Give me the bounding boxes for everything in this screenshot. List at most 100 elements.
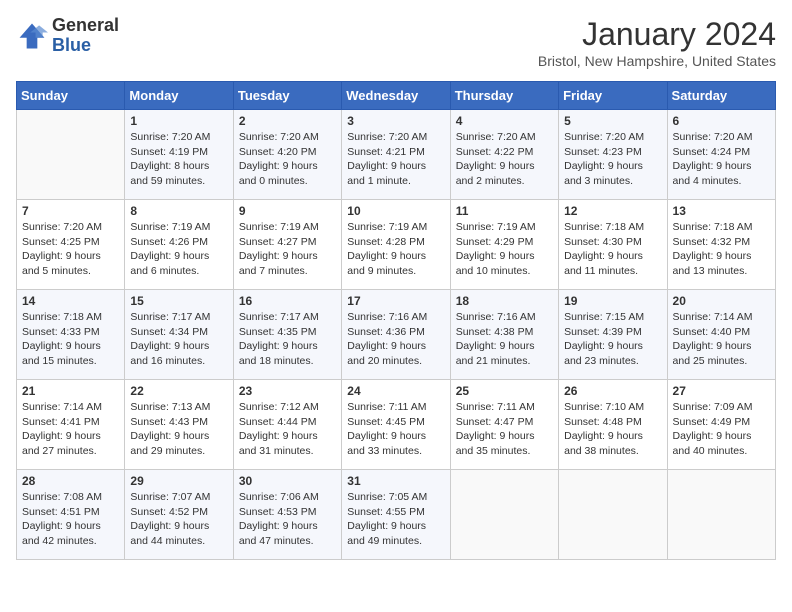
- day-info: Sunrise: 7:20 AMSunset: 4:20 PMDaylight:…: [239, 130, 336, 189]
- calendar-table: SundayMondayTuesdayWednesdayThursdayFrid…: [16, 81, 776, 560]
- calendar-week-5: 28 Sunrise: 7:08 AMSunset: 4:51 PMDayligh…: [17, 470, 776, 560]
- day-number: 6: [673, 114, 770, 128]
- calendar-week-4: 21Sunrise: 7:14 AMSunset: 4:41 PMDayligh…: [17, 380, 776, 470]
- day-info: Sunrise: 7:18 AMSunset: 4:30 PMDaylight:…: [564, 220, 661, 279]
- calendar-subtitle: Bristol, New Hampshire, United States: [538, 53, 776, 69]
- calendar-cell: 27 Sunrise: 7:09 AMSunset: 4:49 PMDayligh…: [667, 380, 775, 470]
- calendar-cell: 3 Sunrise: 7:20 AMSunset: 4:21 PMDaylight…: [342, 110, 450, 200]
- day-number: 19: [564, 294, 661, 308]
- calendar-cell: 20 Sunrise: 7:14 AMSunset: 4:40 PMDayligh…: [667, 290, 775, 380]
- weekday-header-row: SundayMondayTuesdayWednesdayThursdayFrid…: [17, 82, 776, 110]
- day-info: Sunrise: 7:19 AMSunset: 4:28 PMDaylight:…: [347, 220, 444, 279]
- calendar-cell: 9Sunrise: 7:19 AMSunset: 4:27 PMDaylight…: [233, 200, 341, 290]
- weekday-header-monday: Monday: [125, 82, 233, 110]
- day-info: Sunrise: 7:11 AMSunset: 4:45 PMDaylight:…: [347, 400, 444, 459]
- day-number: 28: [22, 474, 119, 488]
- calendar-cell: 18Sunrise: 7:16 AMSunset: 4:38 PMDayligh…: [450, 290, 558, 380]
- calendar-cell: 13 Sunrise: 7:18 AMSunset: 4:32 PMDayligh…: [667, 200, 775, 290]
- day-info: Sunrise: 7:20 AMSunset: 4:25 PMDaylight:…: [22, 220, 119, 279]
- calendar-cell: 1 Sunrise: 7:20 AMSunset: 4:19 PMDaylight…: [125, 110, 233, 200]
- day-info: Sunrise: 7:18 AMSunset: 4:32 PMDaylight:…: [673, 220, 770, 279]
- weekday-header-friday: Friday: [559, 82, 667, 110]
- calendar-week-3: 14 Sunrise: 7:18 AMSunset: 4:33 PMDayligh…: [17, 290, 776, 380]
- weekday-header-saturday: Saturday: [667, 82, 775, 110]
- calendar-cell: 16 Sunrise: 7:17 AMSunset: 4:35 PMDayligh…: [233, 290, 341, 380]
- calendar-cell: 30 Sunrise: 7:06 AMSunset: 4:53 PMDayligh…: [233, 470, 341, 560]
- day-info: Sunrise: 7:20 AMSunset: 4:19 PMDaylight:…: [130, 130, 227, 189]
- day-number: 13: [673, 204, 770, 218]
- day-number: 15: [130, 294, 227, 308]
- weekday-header-sunday: Sunday: [17, 82, 125, 110]
- day-info: Sunrise: 7:06 AMSunset: 4:53 PMDaylight:…: [239, 490, 336, 549]
- day-info: Sunrise: 7:20 AMSunset: 4:24 PMDaylight:…: [673, 130, 770, 189]
- day-info: Sunrise: 7:20 AMSunset: 4:23 PMDaylight:…: [564, 130, 661, 189]
- calendar-cell: 19 Sunrise: 7:15 AMSunset: 4:39 PMDayligh…: [559, 290, 667, 380]
- day-info: Sunrise: 7:05 AMSunset: 4:55 PMDaylight:…: [347, 490, 444, 549]
- day-info: Sunrise: 7:08 AMSunset: 4:51 PMDaylight:…: [22, 490, 119, 549]
- day-number: 3: [347, 114, 444, 128]
- page-header: General Blue January 2024 Bristol, New H…: [16, 16, 776, 69]
- day-number: 17: [347, 294, 444, 308]
- calendar-cell: [450, 470, 558, 560]
- calendar-cell: 24 Sunrise: 7:11 AMSunset: 4:45 PMDayligh…: [342, 380, 450, 470]
- day-info: Sunrise: 7:16 AMSunset: 4:38 PMDaylight:…: [456, 310, 553, 369]
- calendar-cell: 5 Sunrise: 7:20 AMSunset: 4:23 PMDaylight…: [559, 110, 667, 200]
- day-number: 4: [456, 114, 553, 128]
- day-info: Sunrise: 7:11 AMSunset: 4:47 PMDaylight:…: [456, 400, 553, 459]
- day-info: Sunrise: 7:09 AMSunset: 4:49 PMDaylight:…: [673, 400, 770, 459]
- calendar-cell: 23 Sunrise: 7:12 AMSunset: 4:44 PMDayligh…: [233, 380, 341, 470]
- calendar-cell: [559, 470, 667, 560]
- day-info: Sunrise: 7:18 AMSunset: 4:33 PMDaylight:…: [22, 310, 119, 369]
- weekday-header-tuesday: Tuesday: [233, 82, 341, 110]
- day-info: Sunrise: 7:16 AMSunset: 4:36 PMDaylight:…: [347, 310, 444, 369]
- calendar-cell: 6 Sunrise: 7:20 AMSunset: 4:24 PMDaylight…: [667, 110, 775, 200]
- calendar-cell: 21Sunrise: 7:14 AMSunset: 4:41 PMDayligh…: [17, 380, 125, 470]
- weekday-header-wednesday: Wednesday: [342, 82, 450, 110]
- day-number: 23: [239, 384, 336, 398]
- logo-icon: [16, 20, 48, 52]
- day-info: Sunrise: 7:20 AMSunset: 4:21 PMDaylight:…: [347, 130, 444, 189]
- calendar-cell: 7 Sunrise: 7:20 AMSunset: 4:25 PMDaylight…: [17, 200, 125, 290]
- day-info: Sunrise: 7:14 AMSunset: 4:41 PMDaylight:…: [22, 400, 119, 459]
- day-info: Sunrise: 7:19 AMSunset: 4:29 PMDaylight:…: [456, 220, 553, 279]
- calendar-cell: 26Sunrise: 7:10 AMSunset: 4:48 PMDayligh…: [559, 380, 667, 470]
- calendar-week-1: 1 Sunrise: 7:20 AMSunset: 4:19 PMDaylight…: [17, 110, 776, 200]
- day-info: Sunrise: 7:15 AMSunset: 4:39 PMDaylight:…: [564, 310, 661, 369]
- day-info: Sunrise: 7:07 AMSunset: 4:52 PMDaylight:…: [130, 490, 227, 549]
- logo-text: General Blue: [52, 16, 119, 56]
- day-info: Sunrise: 7:13 AMSunset: 4:43 PMDaylight:…: [130, 400, 227, 459]
- day-number: 31: [347, 474, 444, 488]
- title-section: January 2024 Bristol, New Hampshire, Uni…: [538, 16, 776, 69]
- day-info: Sunrise: 7:19 AMSunset: 4:27 PMDaylight:…: [239, 220, 336, 279]
- day-info: Sunrise: 7:20 AMSunset: 4:22 PMDaylight:…: [456, 130, 553, 189]
- day-info: Sunrise: 7:12 AMSunset: 4:44 PMDaylight:…: [239, 400, 336, 459]
- day-number: 1: [130, 114, 227, 128]
- day-info: Sunrise: 7:17 AMSunset: 4:35 PMDaylight:…: [239, 310, 336, 369]
- calendar-body: 1 Sunrise: 7:20 AMSunset: 4:19 PMDaylight…: [17, 110, 776, 560]
- calendar-cell: 15Sunrise: 7:17 AMSunset: 4:34 PMDayligh…: [125, 290, 233, 380]
- calendar-cell: 11 Sunrise: 7:19 AMSunset: 4:29 PMDayligh…: [450, 200, 558, 290]
- day-number: 16: [239, 294, 336, 308]
- calendar-week-2: 7 Sunrise: 7:20 AMSunset: 4:25 PMDaylight…: [17, 200, 776, 290]
- day-number: 5: [564, 114, 661, 128]
- day-number: 30: [239, 474, 336, 488]
- calendar-cell: 25 Sunrise: 7:11 AMSunset: 4:47 PMDayligh…: [450, 380, 558, 470]
- day-number: 26: [564, 384, 661, 398]
- day-number: 8: [130, 204, 227, 218]
- calendar-cell: [667, 470, 775, 560]
- day-number: 2: [239, 114, 336, 128]
- weekday-header-thursday: Thursday: [450, 82, 558, 110]
- day-number: 11: [456, 204, 553, 218]
- calendar-cell: 14 Sunrise: 7:18 AMSunset: 4:33 PMDayligh…: [17, 290, 125, 380]
- day-number: 14: [22, 294, 119, 308]
- day-number: 7: [22, 204, 119, 218]
- calendar-cell: 2 Sunrise: 7:20 AMSunset: 4:20 PMDaylight…: [233, 110, 341, 200]
- calendar-cell: 4 Sunrise: 7:20 AMSunset: 4:22 PMDaylight…: [450, 110, 558, 200]
- calendar-cell: 31 Sunrise: 7:05 AMSunset: 4:55 PMDayligh…: [342, 470, 450, 560]
- day-number: 27: [673, 384, 770, 398]
- day-number: 25: [456, 384, 553, 398]
- calendar-cell: 22Sunrise: 7:13 AMSunset: 4:43 PMDayligh…: [125, 380, 233, 470]
- day-number: 24: [347, 384, 444, 398]
- day-info: Sunrise: 7:14 AMSunset: 4:40 PMDaylight:…: [673, 310, 770, 369]
- day-number: 20: [673, 294, 770, 308]
